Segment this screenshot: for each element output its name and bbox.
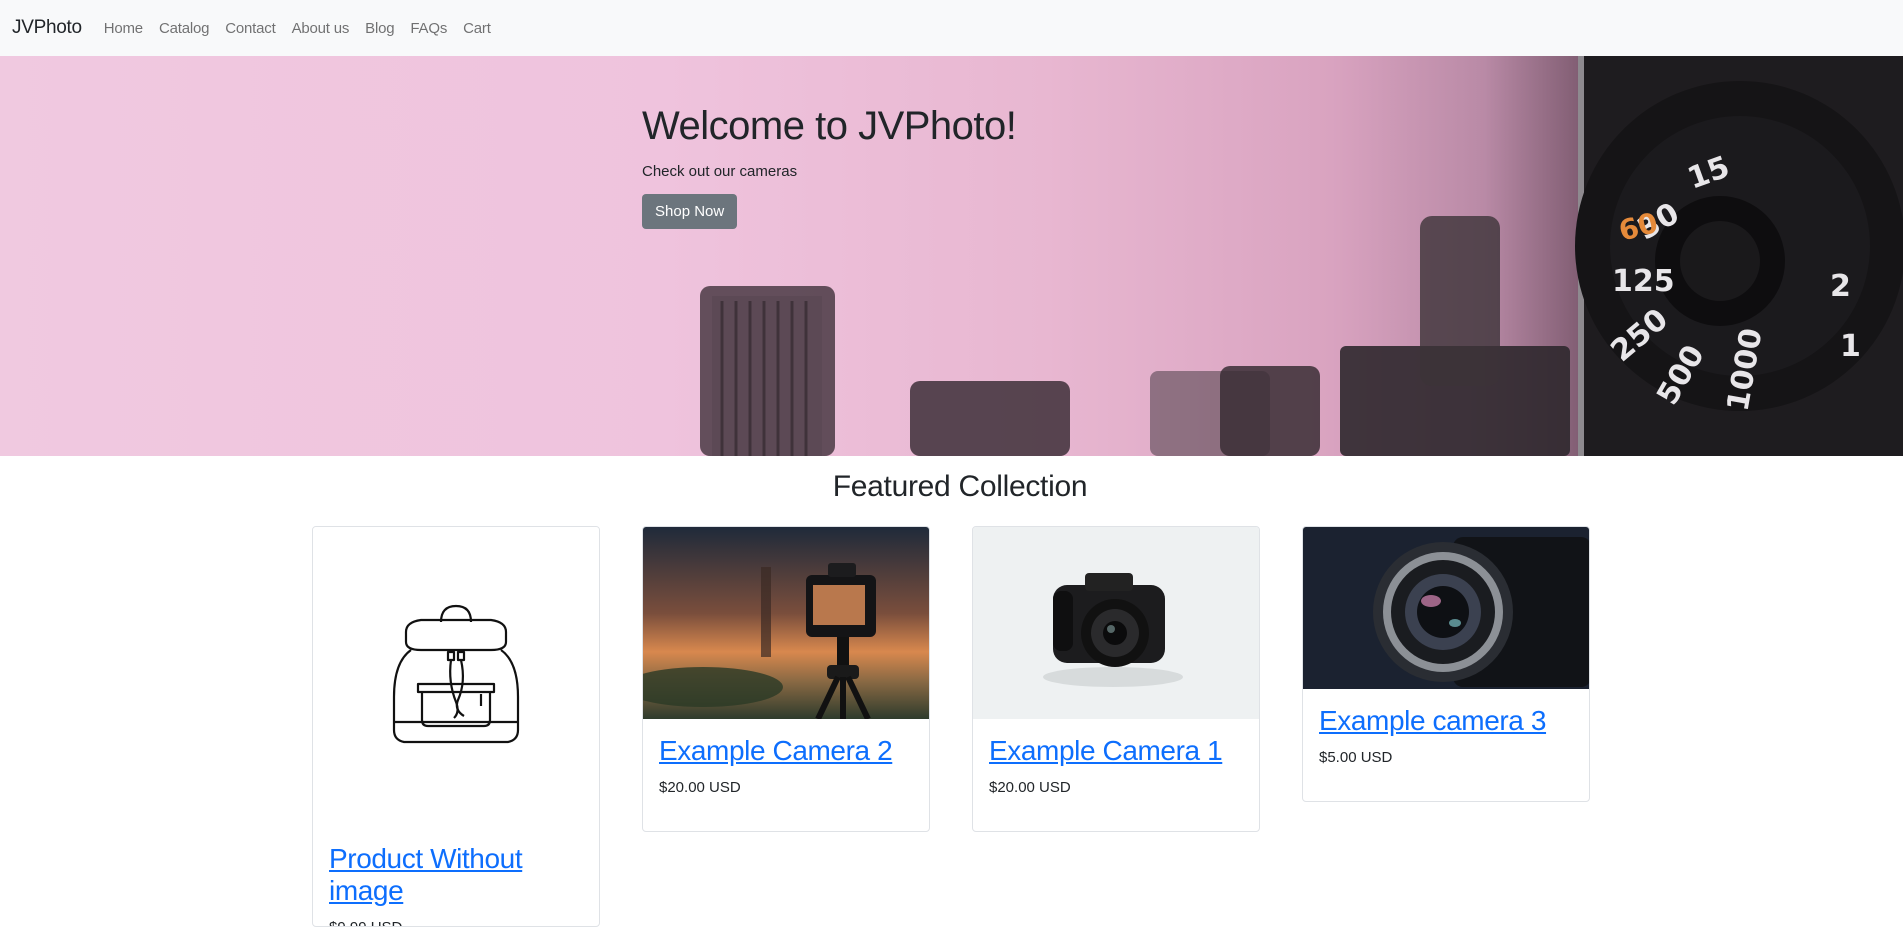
product-price: $20.00 USD: [989, 779, 1071, 796]
product-title-link[interactable]: Product Without image: [329, 843, 583, 907]
product-card[interactable]: Example camera 3 $5.00 USD: [1302, 526, 1590, 802]
product-card[interactable]: Example Camera 1 $20.00 USD: [972, 526, 1260, 832]
svg-text:2: 2: [1830, 269, 1851, 304]
hero-subtitle: Check out our cameras: [642, 163, 798, 180]
nav-cart[interactable]: Cart: [455, 20, 499, 37]
nav-links: Home Catalog Contact About us Blog FAQs …: [96, 20, 499, 37]
product-title-link[interactable]: Example Camera 2: [659, 735, 913, 767]
card-body: Example camera 3 $5.00 USD: [1303, 689, 1589, 782]
svg-text:125: 125: [1612, 264, 1675, 299]
brand-logo[interactable]: JVPhoto: [12, 17, 82, 39]
camera-tripod-photo: [643, 527, 929, 719]
hero-banner: 125 250 500 1000 30 15 2 1 60 Welcome to…: [0, 56, 1903, 456]
nav-blog[interactable]: Blog: [357, 20, 402, 37]
product-card[interactable]: Example Camera 2 $20.00 USD: [642, 526, 930, 832]
camera-lens-photo: [1303, 527, 1589, 689]
product-price: $20.00 USD: [659, 779, 741, 796]
product-title-link[interactable]: Example camera 3: [1319, 705, 1573, 737]
shop-now-button[interactable]: Shop Now: [642, 194, 738, 229]
nav-contact[interactable]: Contact: [217, 20, 283, 37]
hero-content: Welcome to JVPhoto! Check out our camera…: [642, 104, 1017, 229]
featured-title: Featured Collection: [832, 470, 1088, 503]
card-body: Example Camera 2 $20.00 USD: [643, 719, 929, 812]
svg-text:1: 1: [1840, 329, 1861, 364]
nav-home[interactable]: Home: [96, 20, 151, 37]
product-price: $9.99 USD: [329, 919, 583, 926]
hero-title: Welcome to JVPhoto!: [642, 104, 1017, 148]
navbar: JVPhoto Home Catalog Contact About us Bl…: [0, 0, 1903, 56]
nav-catalog[interactable]: Catalog: [151, 20, 217, 37]
product-card[interactable]: Product Without image $9.99 USD: [312, 526, 600, 927]
nav-faqs[interactable]: FAQs: [402, 20, 455, 37]
product-title-link[interactable]: Example Camera 1: [989, 735, 1243, 767]
card-body: Example Camera 1 $20.00 USD: [973, 719, 1259, 812]
backpack-icon: [313, 527, 599, 827]
canon-camera-photo: [973, 527, 1259, 719]
card-body: Product Without image $9.99 USD: [313, 827, 599, 926]
nav-about[interactable]: About us: [284, 20, 358, 37]
product-price: $5.00 USD: [1319, 749, 1393, 766]
